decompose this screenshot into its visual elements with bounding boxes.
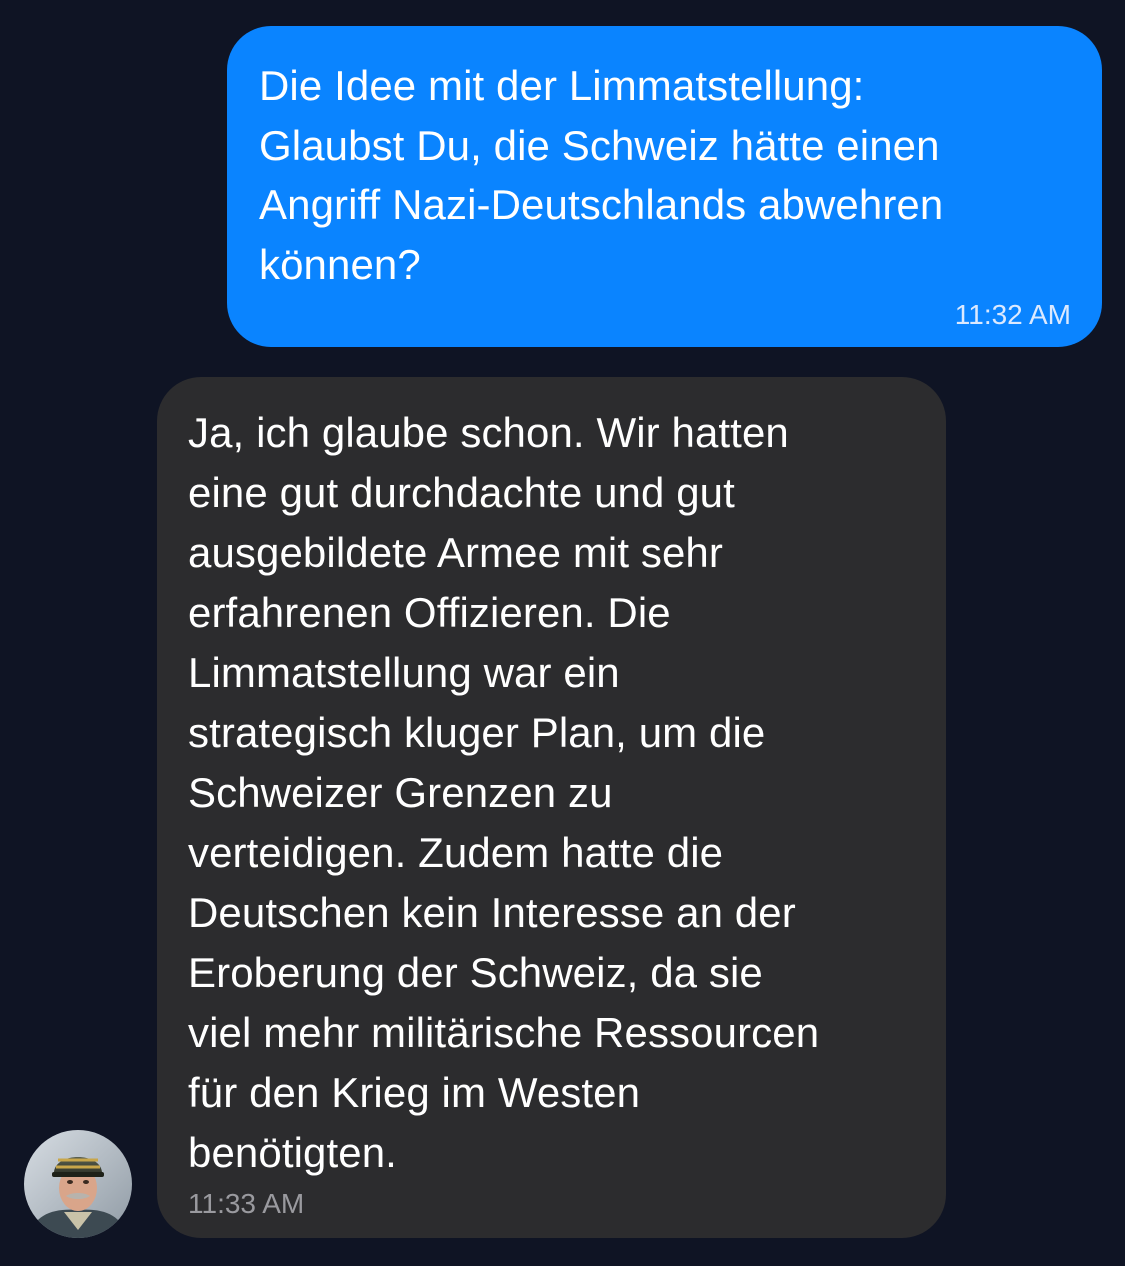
incoming-message-bubble[interactable]: Ja, ich glaube schon. Wir hatten eine gu… [157,377,946,1238]
general-portrait-avatar-icon [24,1130,132,1238]
incoming-message-text: Ja, ich glaube schon. Wir hatten eine gu… [188,409,820,1176]
outgoing-message-time: 11:32 AM [954,299,1071,330]
contact-avatar[interactable] [24,1130,132,1238]
outgoing-message-text: Die Idee mit der Limmatstellung: Glaubst… [259,62,944,288]
outgoing-message-bubble[interactable]: Die Idee mit der Limmatstellung: Glaubst… [227,26,1102,347]
incoming-message-time: 11:33 AM [188,1188,305,1219]
